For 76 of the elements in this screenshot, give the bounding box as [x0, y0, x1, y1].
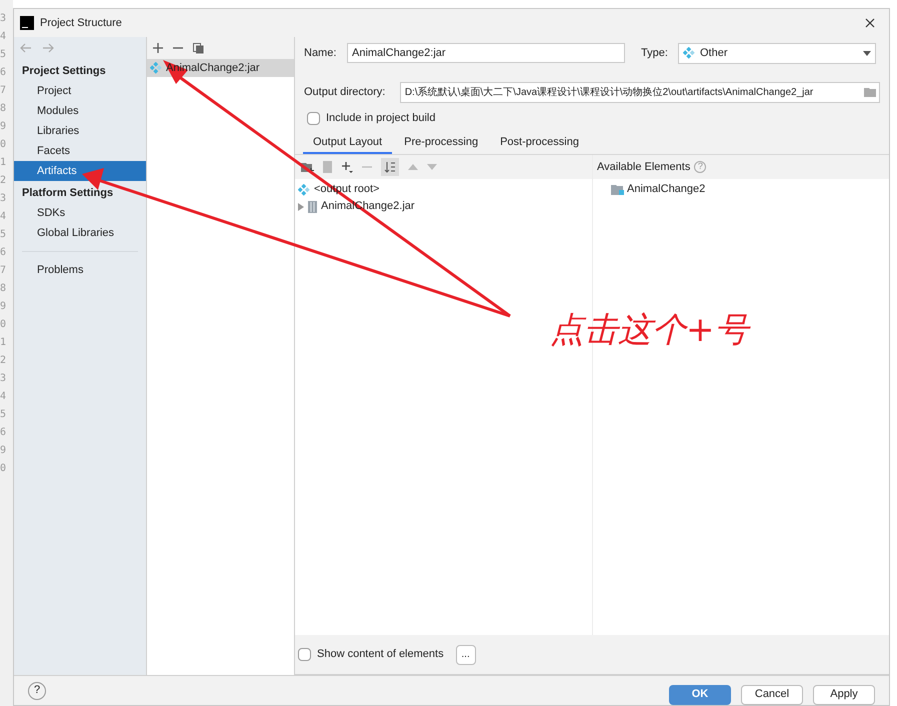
- sidebar-item[interactable]: Modules: [14, 101, 146, 121]
- line-number: 9: [0, 300, 8, 314]
- show-content-checkbox[interactable]: [298, 648, 311, 661]
- line-number: 4: [0, 210, 8, 224]
- line-number: 4: [0, 390, 8, 404]
- line-number: 6: [0, 426, 8, 440]
- line-number: 2: [0, 174, 8, 188]
- dropdown-caret-icon: [863, 50, 871, 56]
- more-button[interactable]: ...: [456, 644, 476, 664]
- sidebar-item[interactable]: Artifacts: [14, 161, 146, 181]
- output-directory-field[interactable]: D:\系统默认\桌面\大二下\Java课程设计\课程设计\动物换位2\out\artifacts\AnimalChange2_jar: [400, 82, 880, 102]
- sidebar-item[interactable]: SDKs: [14, 203, 146, 223]
- line-number: 3: [0, 372, 8, 386]
- sidebar-item[interactable]: Libraries: [14, 121, 146, 141]
- folder-icon[interactable]: [864, 87, 877, 97]
- tab[interactable]: Pre-processing: [394, 133, 488, 154]
- line-number: 6: [0, 246, 8, 260]
- line-number: 0: [0, 138, 8, 152]
- tab[interactable]: Post-processing: [490, 133, 589, 154]
- annotation-text: 点击这个+号: [550, 305, 748, 356]
- add-icon[interactable]: [153, 43, 163, 53]
- line-number: 1: [0, 156, 8, 170]
- line-number: 2: [0, 354, 8, 368]
- line-number: 1: [0, 336, 8, 350]
- close-icon[interactable]: [865, 18, 875, 28]
- line-number: 9: [0, 120, 8, 134]
- line-number: 9: [0, 444, 8, 458]
- include-checkbox[interactable]: [307, 112, 320, 124]
- name-label: Name:: [304, 46, 338, 61]
- artifact-icon: [150, 62, 162, 74]
- back-arrow-icon[interactable]: [20, 43, 32, 53]
- window-title: Project Structure: [40, 16, 122, 31]
- app-logo-icon: [20, 16, 34, 30]
- module-folder-icon: [611, 184, 624, 195]
- line-number: 0: [0, 462, 8, 476]
- line-number: 6: [0, 66, 8, 80]
- line-number: 0: [0, 318, 8, 332]
- dialog-button[interactable]: Apply: [813, 684, 875, 704]
- dialog-button[interactable]: OK: [669, 684, 731, 704]
- sidebar-item[interactable]: Project: [14, 81, 146, 101]
- type-dropdown[interactable]: Other: [678, 42, 876, 64]
- name-field[interactable]: AnimalChange2:jar: [347, 43, 625, 63]
- sidebar-section-title: Project Settings: [21, 64, 107, 79]
- sidebar-item[interactable]: Problems: [14, 260, 146, 280]
- forward-arrow-icon[interactable]: [42, 43, 54, 53]
- include-label: Include in project build: [326, 110, 436, 126]
- copy-icon[interactable]: [193, 42, 204, 54]
- line-number: 8: [0, 282, 8, 296]
- line-number: 5: [0, 48, 8, 62]
- dialog-button[interactable]: Cancel: [741, 684, 803, 704]
- sidebar-item[interactable]: Facets: [14, 141, 146, 161]
- sort-icon: [384, 161, 396, 173]
- help-button[interactable]: ?: [28, 682, 46, 700]
- line-number: 3: [0, 12, 8, 26]
- output-root-icon: [298, 184, 310, 196]
- line-number: 5: [0, 228, 8, 242]
- artifact-icon: [683, 47, 695, 59]
- add-icon[interactable]: [341, 161, 353, 173]
- show-content-label: Show content of elements: [317, 647, 444, 662]
- line-number: 4: [0, 30, 8, 44]
- line-number: 8: [0, 102, 8, 116]
- sort-button[interactable]: [381, 158, 399, 176]
- line-number: 7: [0, 264, 8, 278]
- available-elements-title: Available Elements: [597, 160, 690, 175]
- expand-arrow-icon[interactable]: [298, 202, 304, 210]
- type-label: Type:: [641, 46, 669, 61]
- move-down-icon[interactable]: [427, 164, 437, 170]
- sidebar-section-title: Platform Settings: [21, 186, 114, 201]
- line-number: 3: [0, 192, 8, 206]
- available-element[interactable]: AnimalChange2: [627, 181, 706, 198]
- move-up-icon[interactable]: [408, 164, 418, 170]
- line-number: 5: [0, 408, 8, 422]
- sidebar-item[interactable]: Global Libraries: [14, 223, 146, 243]
- line-number: 7: [0, 84, 8, 98]
- output-directory-label: Output directory:: [304, 84, 386, 100]
- jar-icon: [308, 200, 317, 212]
